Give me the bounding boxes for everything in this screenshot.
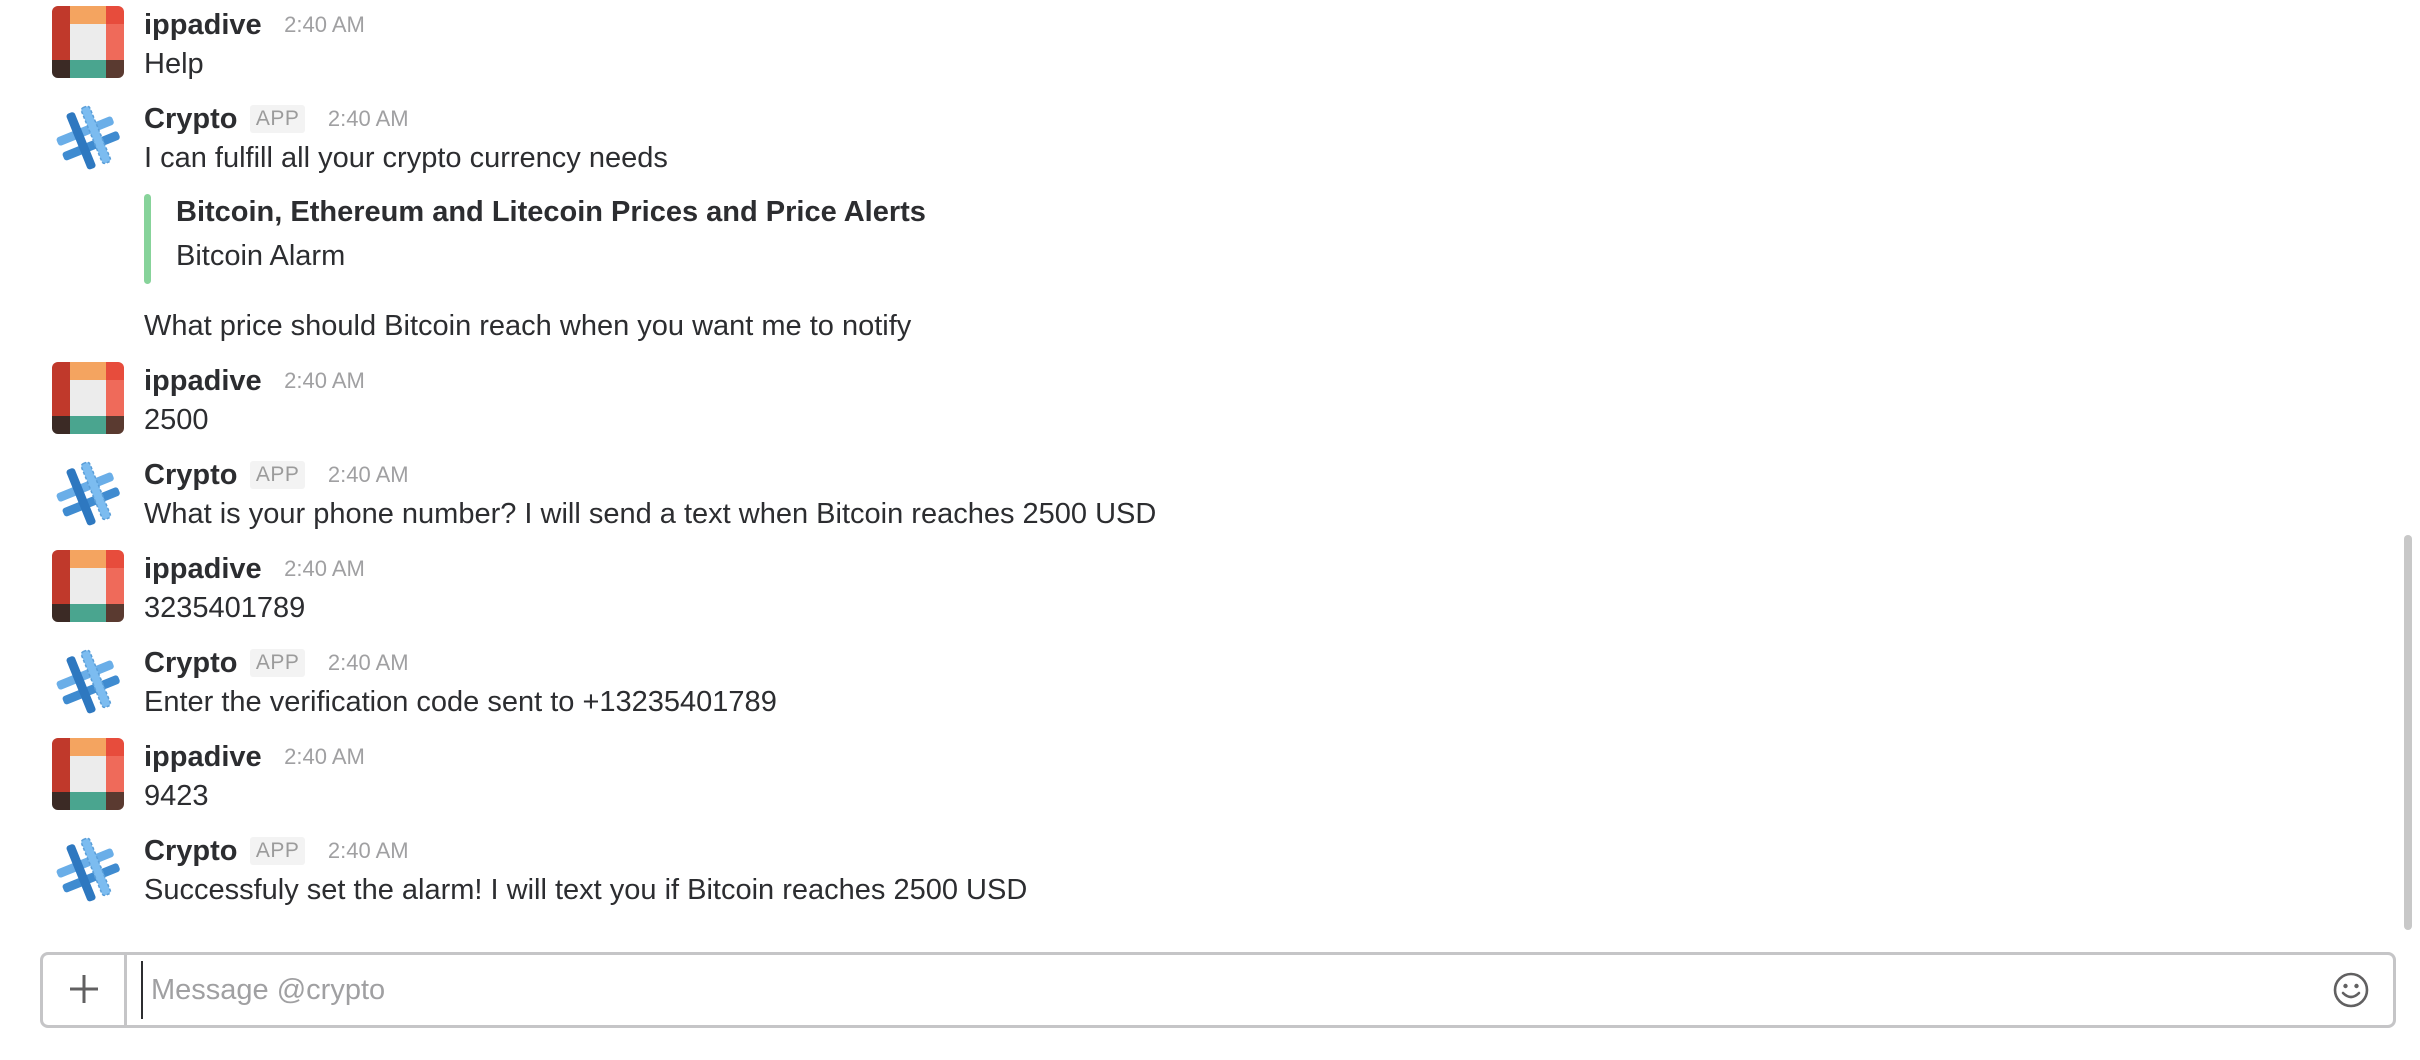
- message-attachment: Bitcoin, Ethereum and Litecoin Prices an…: [144, 194, 1544, 284]
- sender-name[interactable]: ippadive: [144, 9, 262, 41]
- message-timestamp[interactable]: 2:40 AM: [284, 368, 365, 393]
- user-avatar[interactable]: [52, 362, 124, 434]
- emoji-icon: [2333, 972, 2369, 1008]
- attachment-title: Bitcoin, Ethereum and Litecoin Prices an…: [176, 196, 926, 228]
- chat-window: ippadive 2:40 AM Help Crypto APP 2:40 AM…: [0, 0, 2420, 1060]
- message-timestamp[interactable]: 2:40 AM: [328, 650, 409, 675]
- scrollbar-thumb[interactable]: [2404, 535, 2412, 930]
- message-input[interactable]: [141, 961, 2281, 1019]
- app-badge: APP: [249, 105, 306, 133]
- message-timestamp[interactable]: 2:40 AM: [328, 106, 409, 131]
- message-text: What is your phone number? I will send a…: [144, 498, 1157, 530]
- sender-name[interactable]: Crypto: [144, 835, 237, 867]
- sender-name[interactable]: ippadive: [144, 365, 262, 397]
- message-header: ippadive 2:40 AM: [144, 364, 365, 398]
- message-header: Crypto APP 2:40 AM: [144, 646, 409, 680]
- message-text: 9423: [144, 780, 209, 812]
- message-timestamp[interactable]: 2:40 AM: [328, 462, 409, 487]
- app-badge: APP: [249, 649, 306, 677]
- user-avatar[interactable]: [52, 6, 124, 78]
- message-text: Enter the verification code sent to +132…: [144, 686, 777, 718]
- message-composer: [40, 952, 2396, 1028]
- message-timestamp[interactable]: 2:40 AM: [284, 744, 365, 769]
- message-header: ippadive 2:40 AM: [144, 740, 365, 774]
- sender-name[interactable]: Crypto: [144, 647, 237, 679]
- crypto-bot-avatar-icon[interactable]: [52, 646, 124, 718]
- message-header: Crypto APP 2:40 AM: [144, 458, 409, 492]
- message-timestamp[interactable]: 2:40 AM: [328, 838, 409, 863]
- app-badge: APP: [249, 837, 306, 865]
- plus-icon: [70, 975, 98, 1003]
- crypto-bot-avatar-icon[interactable]: [52, 102, 124, 174]
- message-text: 2500: [144, 404, 209, 436]
- attach-plus-button[interactable]: [43, 955, 127, 1025]
- sender-name[interactable]: ippadive: [144, 553, 262, 585]
- message-text: Help: [144, 48, 204, 80]
- message-header: Crypto APP 2:40 AM: [144, 102, 409, 136]
- message-list[interactable]: ippadive 2:40 AM Help Crypto APP 2:40 AM…: [0, 0, 2400, 940]
- message-timestamp[interactable]: 2:40 AM: [284, 12, 365, 37]
- emoji-button[interactable]: [2331, 970, 2371, 1010]
- message-timestamp[interactable]: 2:40 AM: [284, 556, 365, 581]
- message-header: ippadive 2:40 AM: [144, 8, 365, 42]
- user-avatar[interactable]: [52, 738, 124, 810]
- sender-name[interactable]: ippadive: [144, 741, 262, 773]
- sender-name[interactable]: Crypto: [144, 459, 237, 491]
- user-avatar[interactable]: [52, 550, 124, 622]
- crypto-bot-avatar-icon[interactable]: [52, 458, 124, 530]
- message-text: 3235401789: [144, 592, 306, 624]
- message-header: Crypto APP 2:40 AM: [144, 834, 409, 868]
- message-text-followup: What price should Bitcoin reach when you…: [144, 310, 912, 342]
- sender-name[interactable]: Crypto: [144, 103, 237, 135]
- message-text: Successfuly set the alarm! I will text y…: [144, 874, 1028, 906]
- message-text: I can fulfill all your crypto currency n…: [144, 142, 668, 174]
- app-badge: APP: [249, 461, 306, 489]
- attachment-color-bar: [144, 194, 151, 284]
- message-header: ippadive 2:40 AM: [144, 552, 365, 586]
- attachment-text: Bitcoin Alarm: [176, 240, 346, 272]
- crypto-bot-avatar-icon[interactable]: [52, 834, 124, 906]
